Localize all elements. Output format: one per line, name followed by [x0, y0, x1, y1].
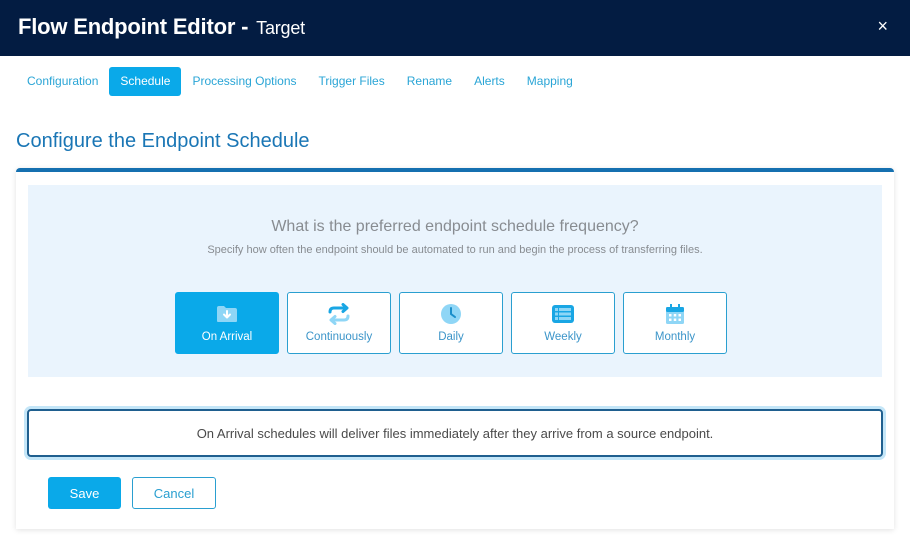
tab-configuration[interactable]: Configuration — [16, 67, 109, 96]
schedule-card: What is the preferred endpoint schedule … — [16, 168, 894, 529]
cancel-button[interactable]: Cancel — [132, 477, 216, 509]
tab-schedule[interactable]: Schedule — [109, 67, 182, 96]
tab-rename[interactable]: Rename — [396, 67, 463, 96]
modal-header: Flow Endpoint Editor - Target × — [0, 0, 910, 56]
option-on-arrival[interactable]: On Arrival — [175, 292, 279, 354]
option-label: Monthly — [654, 331, 696, 343]
list-icon — [551, 303, 575, 325]
frequency-options: On Arrival Continuously Daily Weekly Mon… — [175, 292, 727, 354]
folder-download-icon — [215, 303, 239, 325]
tab-alerts[interactable]: Alerts — [463, 67, 516, 96]
frequency-question: What is the preferred endpoint schedule … — [271, 218, 639, 235]
page-title: Configure the Endpoint Schedule — [16, 130, 310, 152]
save-button[interactable]: Save — [48, 477, 121, 509]
schedule-info-box: On Arrival schedules will deliver files … — [27, 409, 883, 457]
frequency-description: Specify how often the endpoint should be… — [207, 244, 703, 256]
modal-title-main: Flow Endpoint Editor - — [18, 14, 249, 39]
tab-processing-options[interactable]: Processing Options — [181, 67, 307, 96]
tab-mapping[interactable]: Mapping — [516, 67, 584, 96]
modal-title: Flow Endpoint Editor - Target — [18, 14, 305, 40]
option-weekly[interactable]: Weekly — [511, 292, 615, 354]
option-daily[interactable]: Daily — [399, 292, 503, 354]
frequency-panel: What is the preferred endpoint schedule … — [28, 185, 882, 377]
option-monthly[interactable]: Monthly — [623, 292, 727, 354]
option-label: Weekly — [544, 331, 582, 343]
modal-title-subtitle: Target — [256, 18, 305, 38]
option-continuously[interactable]: Continuously — [287, 292, 391, 354]
option-label: Continuously — [305, 331, 373, 343]
option-label: Daily — [438, 331, 464, 343]
repeat-icon — [327, 303, 351, 325]
calendar-icon — [663, 303, 687, 325]
option-label: On Arrival — [201, 331, 253, 343]
tab-bar: Configuration Schedule Processing Option… — [16, 67, 584, 96]
tab-trigger-files[interactable]: Trigger Files — [308, 67, 396, 96]
close-icon[interactable]: × — [877, 16, 888, 37]
clock-icon — [439, 303, 463, 325]
